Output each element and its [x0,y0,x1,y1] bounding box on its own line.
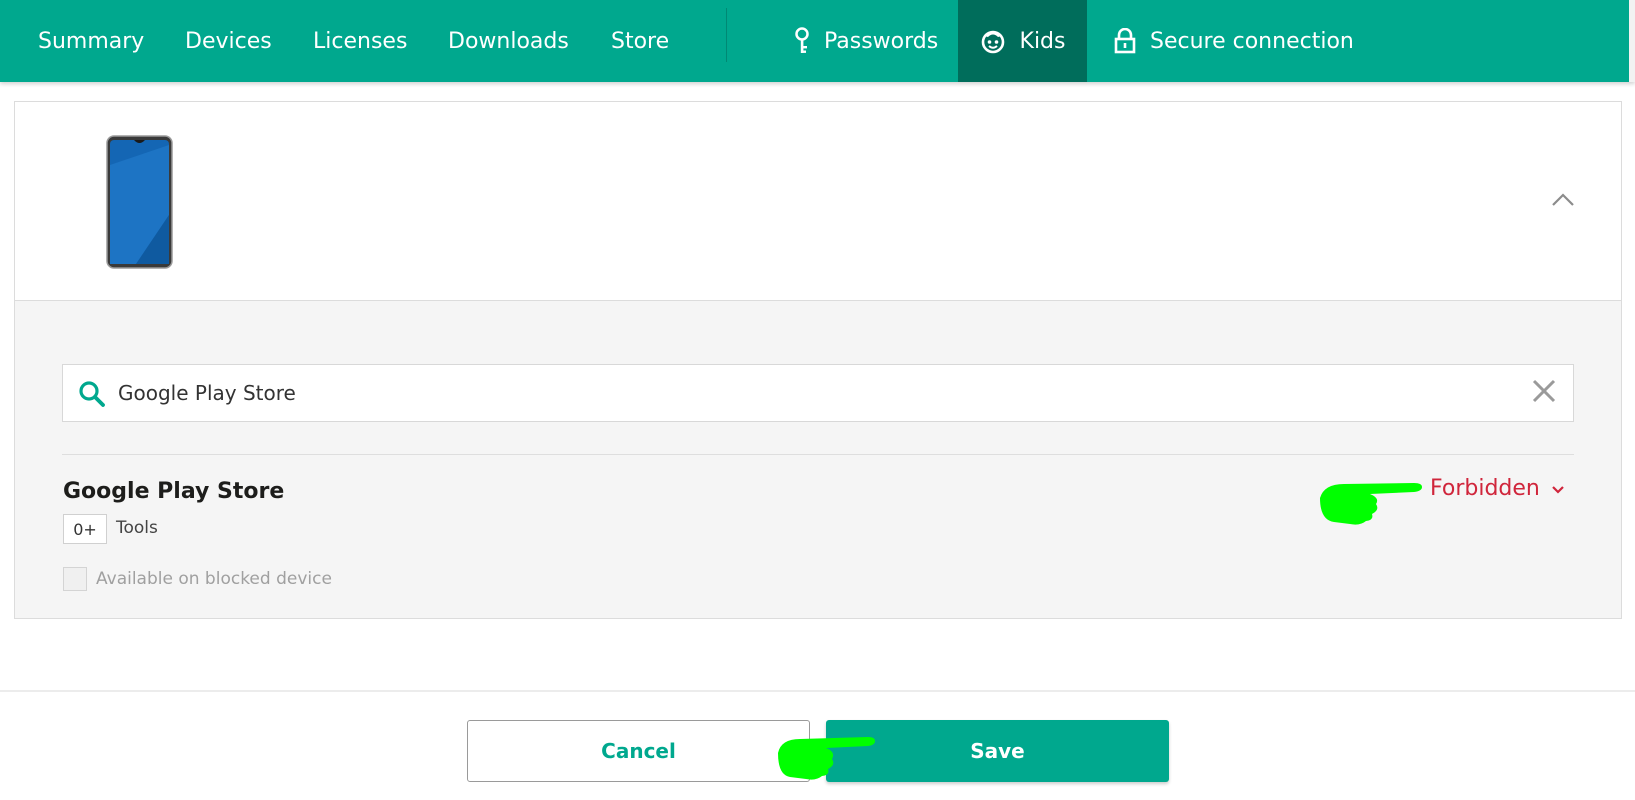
chevron-up-icon [1551,192,1575,211]
top-navigation: Summary Devices Licenses Downloads Store… [0,0,1635,82]
access-status-value: Forbidden [1430,476,1540,501]
nav-passwords[interactable]: Passwords [794,0,938,82]
app-search-box [62,364,1574,422]
nav-devices[interactable]: Devices [185,0,272,82]
age-rating-badge: 0+ [63,514,107,544]
footer-divider [0,690,1635,692]
nav-licenses[interactable]: Licenses [313,0,407,82]
nav-summary[interactable]: Summary [38,0,144,82]
smartphone-icon [106,135,173,269]
key-icon [794,27,810,55]
close-icon [1531,378,1557,408]
clear-search-button[interactable] [1530,379,1558,407]
search-input[interactable] [118,365,1498,421]
device-card: Google Play Store 0+ Tools Available on … [14,101,1622,619]
collapse-button[interactable] [1548,186,1578,216]
nav-secure-connection-label: Secure connection [1150,28,1354,54]
nav-passwords-label: Passwords [824,28,939,54]
divider [62,454,1574,455]
nav-kids-label: Kids [1019,28,1066,54]
lock-icon [1114,28,1136,54]
nav-store[interactable]: Store [611,0,669,82]
app-category: Tools [116,518,158,538]
device-card-header[interactable] [15,102,1621,301]
chevron-down-icon [1552,479,1564,498]
scrollbar-gutter [1629,0,1635,82]
nav-kids[interactable]: Kids [958,0,1087,82]
search-icon [77,379,107,409]
nav-downloads[interactable]: Downloads [448,0,569,82]
kids-face-icon [980,28,1006,54]
app-settings-panel: Google Play Store 0+ Tools Available on … [15,301,1621,618]
save-button[interactable]: Save [826,720,1169,782]
pointing-hand-annotation [1318,480,1424,526]
available-on-blocked-checkbox[interactable] [63,567,87,591]
nav-secure-connection[interactable]: Secure connection [1114,0,1354,82]
available-on-blocked-label: Available on blocked device [96,569,332,589]
cancel-button[interactable]: Cancel [467,720,810,782]
access-status-dropdown[interactable]: Forbidden [1430,476,1564,501]
pointing-hand-annotation [776,733,876,781]
app-name: Google Play Store [63,479,285,504]
nav-separator [726,8,727,62]
